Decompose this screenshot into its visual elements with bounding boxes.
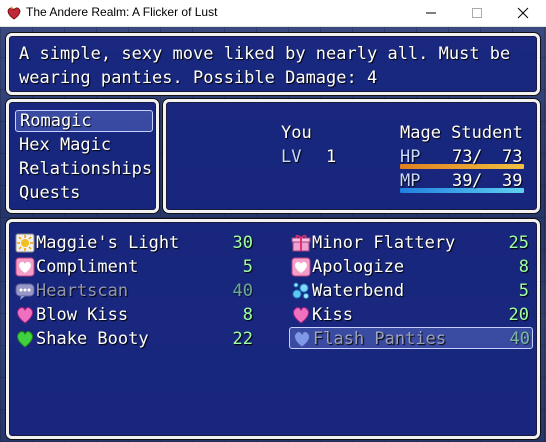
skill-cost: 30 — [232, 233, 253, 253]
skill-name: Maggie's Light — [36, 233, 180, 253]
app-icon — [7, 6, 21, 20]
blue-heart-icon — [293, 330, 311, 348]
skill-cost: 5 — [518, 281, 529, 301]
skill-name: Apologize — [312, 257, 405, 277]
bubbles-icon — [292, 282, 309, 299]
minimize-icon — [426, 12, 436, 14]
status-window: You LV 1 Mage Student HP 73 / 73 MP 39 /… — [163, 99, 540, 213]
mp-max: 39 — [502, 171, 523, 191]
help-window: A simple, sexy move liked by nearly all.… — [6, 33, 540, 95]
maximize-icon — [472, 8, 482, 18]
skill-row-compliment[interactable]: Compliment 5 — [15, 256, 255, 278]
hp-label: HP — [400, 147, 421, 167]
skill-name: Heartscan — [36, 281, 129, 301]
skill-list: Maggie's Light 30 Compliment 5 Heartscan… — [6, 219, 540, 439]
close-icon — [517, 7, 529, 19]
skill-row-maggies-light[interactable]: Maggie's Light 30 — [15, 232, 255, 254]
skill-name: Blow Kiss — [36, 305, 129, 325]
mp-label: MP — [400, 171, 421, 191]
skill-row-waterbend[interactable]: Waterbend 5 — [291, 280, 531, 302]
level-value: 1 — [326, 147, 337, 167]
close-button[interactable] — [500, 0, 546, 26]
actor-class: Mage Student — [400, 123, 523, 143]
level-label: LV — [281, 147, 302, 167]
mp-separator: / — [472, 171, 483, 191]
skill-type-menu: Romagic Hex Magic Relationships Quests — [6, 99, 159, 213]
skill-name: Shake Booty — [36, 329, 149, 349]
heart-face-icon — [15, 257, 35, 277]
hp-separator: / — [472, 147, 483, 167]
skill-cost: 20 — [508, 305, 529, 325]
sun-icon — [15, 233, 35, 253]
menu-item-quests[interactable]: Quests — [19, 182, 151, 204]
speech-bubble-icon — [15, 283, 35, 300]
hp-max: 73 — [502, 147, 523, 167]
skill-cost: 8 — [242, 305, 253, 325]
menu-item-hex-magic[interactable]: Hex Magic — [19, 134, 151, 156]
menu-item-label: Hex Magic — [19, 135, 112, 155]
heart-face-icon — [291, 257, 311, 277]
skill-name: Waterbend — [312, 281, 405, 301]
mp-current: 39 — [452, 171, 473, 191]
skill-row-kiss[interactable]: Kiss 20 — [291, 304, 531, 326]
skill-cost: 25 — [508, 233, 529, 253]
skill-row-minor-flattery[interactable]: Minor Flattery 25 — [291, 232, 531, 254]
minimize-button[interactable] — [408, 0, 454, 26]
pink-heart-icon — [292, 306, 310, 324]
help-text-line-2: wearing panties. Possible Damage: 4 — [19, 68, 378, 88]
actor-name: You — [281, 123, 312, 143]
menu-item-label: Quests — [19, 183, 81, 203]
skill-row-heartscan[interactable]: Heartscan 40 — [15, 280, 255, 302]
menu-item-label: Romagic — [20, 111, 92, 131]
skill-name: Compliment — [36, 257, 139, 277]
skill-name: Kiss — [312, 305, 353, 325]
skill-row-shake-booty[interactable]: Shake Booty 22 — [15, 328, 255, 350]
pink-heart-icon — [16, 306, 34, 324]
menu-item-label: Relationships — [19, 159, 153, 179]
menu-item-relationships[interactable]: Relationships — [19, 158, 153, 180]
skill-row-apologize[interactable]: Apologize 8 — [291, 256, 531, 278]
help-text-line-1: A simple, sexy move liked by nearly all.… — [19, 44, 511, 64]
skill-cost: 40 — [509, 329, 530, 349]
skill-name: Flash Panties — [313, 329, 447, 349]
skill-cost: 22 — [232, 329, 253, 349]
green-heart-icon — [16, 330, 34, 348]
gift-icon — [291, 234, 311, 252]
window-title: The Andere Realm: A Flicker of Lust — [26, 5, 218, 19]
skill-cost: 5 — [242, 257, 253, 277]
menu-item-romagic[interactable]: Romagic — [15, 110, 153, 132]
skill-row-flash-panties[interactable]: Flash Panties 40 — [289, 327, 533, 349]
maximize-button[interactable] — [454, 0, 500, 26]
hp-current: 73 — [452, 147, 473, 167]
skill-row-blow-kiss[interactable]: Blow Kiss 8 — [15, 304, 255, 326]
title-bar: The Andere Realm: A Flicker of Lust — [0, 0, 546, 27]
skill-cost: 40 — [232, 281, 253, 301]
game-screen: A simple, sexy move liked by nearly all.… — [0, 27, 546, 442]
skill-name: Minor Flattery — [312, 233, 456, 253]
skill-cost: 8 — [518, 257, 529, 277]
